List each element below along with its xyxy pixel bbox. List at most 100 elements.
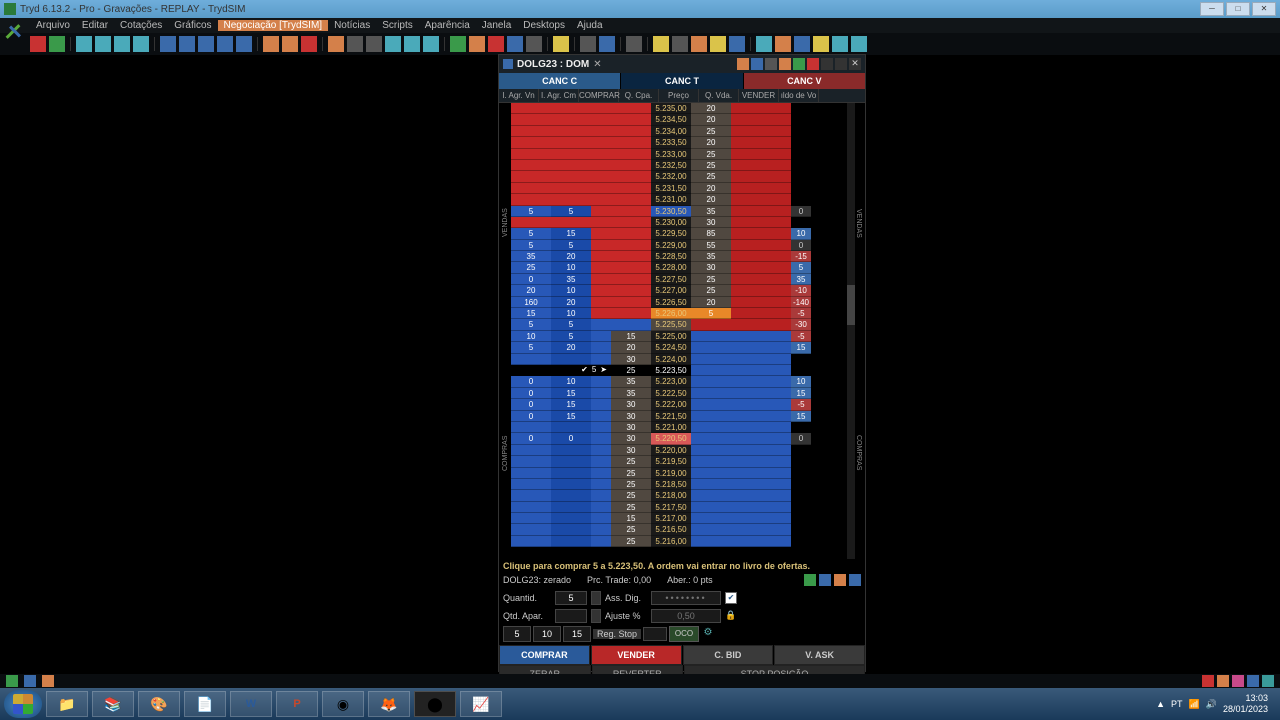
powerpoint-taskbar-icon[interactable]: P xyxy=(276,691,318,717)
reg-stop-input[interactable] xyxy=(643,627,667,641)
close-button[interactable]: ✕ xyxy=(1252,2,1276,16)
price-row[interactable]: 010355.223,0010 xyxy=(511,376,847,387)
toolbar-btn[interactable] xyxy=(95,36,111,52)
apparent-qty-input[interactable] xyxy=(555,609,587,623)
dom-toolbar-btn[interactable] xyxy=(765,58,777,70)
close-icon[interactable]: ✕ xyxy=(849,58,861,70)
column-header[interactable]: I. Agr. Vn xyxy=(499,89,539,102)
toolbar-btn[interactable] xyxy=(469,36,485,52)
price-row[interactable]: 255.219,50 xyxy=(511,456,847,467)
signature-input[interactable] xyxy=(651,591,721,605)
toolbar-btn[interactable] xyxy=(366,36,382,52)
price-row[interactable]: 015305.222,00-5 xyxy=(511,399,847,410)
price-row[interactable]: 305.224,00 xyxy=(511,354,847,365)
spinner[interactable] xyxy=(591,609,601,623)
menu-item[interactable]: Notícias xyxy=(328,20,376,31)
network-icon[interactable]: 📶 xyxy=(1189,699,1200,710)
menu-item[interactable]: Aparência xyxy=(419,20,476,31)
price-row[interactable]: 015305.221,5015 xyxy=(511,411,847,422)
price-row[interactable]: 105155.225,00-5 xyxy=(511,331,847,342)
explorer-taskbar-icon[interactable]: 📁 xyxy=(46,691,88,717)
qty-preset-10[interactable]: 10 xyxy=(533,626,561,642)
toolbar-btn[interactable] xyxy=(385,36,401,52)
cancel-sell-button[interactable]: CANC V xyxy=(744,73,865,89)
price-row[interactable]: 20105.227,0025-10 xyxy=(511,285,847,296)
toolbar-btn[interactable] xyxy=(160,36,176,52)
toolbar-btn[interactable] xyxy=(756,36,772,52)
pause-icon[interactable] xyxy=(819,574,831,586)
price-row[interactable]: ✔5➤255.223,50 xyxy=(511,365,847,376)
column-header[interactable]: Q. Vda. xyxy=(699,89,739,102)
maximize-button[interactable]: □ xyxy=(1226,2,1250,16)
clock[interactable]: 13:03 28/01/2023 xyxy=(1223,693,1268,715)
price-row[interactable]: 015355.222,5015 xyxy=(511,388,847,399)
toolbar-btn[interactable] xyxy=(553,36,569,52)
toolbar-btn[interactable] xyxy=(526,36,542,52)
price-row[interactable]: 5.234,5020 xyxy=(511,114,847,125)
dom-body[interactable]: VENDAS COMPRAS VENDAS COMPRAS 5.235,0020… xyxy=(499,103,865,559)
language-indicator[interactable]: PT xyxy=(1171,699,1183,709)
price-row[interactable]: 5.230,0030 xyxy=(511,217,847,228)
menu-item[interactable]: Arquivo xyxy=(30,20,76,31)
gear-icon[interactable]: ⚙ xyxy=(701,627,715,641)
price-row[interactable]: 160205.226,5020-140 xyxy=(511,297,847,308)
tray-icon[interactable] xyxy=(1232,675,1244,687)
quantity-input[interactable] xyxy=(555,591,587,605)
buy-button[interactable]: COMPRAR xyxy=(499,645,590,665)
cancel-buy-button[interactable]: CANC C xyxy=(499,73,620,89)
toolbar-btn[interactable] xyxy=(813,36,829,52)
status-icon[interactable] xyxy=(42,675,54,687)
toolbar-btn[interactable] xyxy=(691,36,707,52)
menu-item[interactable]: Gráficos xyxy=(168,20,217,31)
price-row[interactable]: 5.232,0025 xyxy=(511,171,847,182)
minimize-icon[interactable] xyxy=(821,58,833,70)
price-row[interactable]: 520205.224,5015 xyxy=(511,342,847,353)
price-row[interactable]: 5.231,0020 xyxy=(511,194,847,205)
stop-icon[interactable] xyxy=(807,58,819,70)
toolbar-btn[interactable] xyxy=(832,36,848,52)
library-taskbar-icon[interactable]: 📚 xyxy=(92,691,134,717)
price-row[interactable]: 5.232,5025 xyxy=(511,160,847,171)
column-header[interactable]: I. Agr. Cm xyxy=(539,89,579,102)
price-row[interactable]: 555.230,50350 xyxy=(511,206,847,217)
menu-item[interactable]: Cotações xyxy=(114,20,168,31)
menu-item[interactable]: Desktops xyxy=(517,20,571,31)
toolbar-btn[interactable] xyxy=(179,36,195,52)
price-row[interactable]: 0355.227,502535 xyxy=(511,274,847,285)
qty-preset-5[interactable]: 5 xyxy=(503,626,531,642)
toolbar-btn[interactable] xyxy=(488,36,504,52)
notepad-taskbar-icon[interactable]: 📄 xyxy=(184,691,226,717)
toolbar-btn[interactable] xyxy=(76,36,92,52)
dom-toolbar-btn[interactable] xyxy=(737,58,749,70)
menu-item[interactable]: Negociação [TrydSIM] xyxy=(218,20,329,31)
toolbar-btn[interactable] xyxy=(236,36,252,52)
paint-taskbar-icon[interactable]: 🎨 xyxy=(138,691,180,717)
toolbar-btn[interactable] xyxy=(794,36,810,52)
volume-icon[interactable]: 🔊 xyxy=(1206,699,1217,710)
dom-toolbar-btn[interactable] xyxy=(751,58,763,70)
price-row[interactable]: 25105.228,00305 xyxy=(511,262,847,273)
status-icon[interactable] xyxy=(24,675,36,687)
maximize-icon[interactable] xyxy=(835,58,847,70)
signature-checkbox[interactable]: ✔ xyxy=(725,592,737,604)
record-icon[interactable] xyxy=(30,36,46,52)
price-row[interactable]: 5.235,0020 xyxy=(511,103,847,114)
toolbar-btn[interactable] xyxy=(450,36,466,52)
sell-button[interactable]: VENDER xyxy=(591,645,682,665)
status-indicator[interactable] xyxy=(834,574,846,586)
chrome-taskbar-icon[interactable]: ◉ xyxy=(322,691,364,717)
tray-icon[interactable] xyxy=(1202,675,1214,687)
price-row[interactable]: 155.217,00 xyxy=(511,513,847,524)
firefox-taskbar-icon[interactable]: 🦊 xyxy=(368,691,410,717)
toolbar-btn[interactable] xyxy=(672,36,688,52)
price-row[interactable]: 5.233,0025 xyxy=(511,149,847,160)
price-row[interactable]: 00305.220,500 xyxy=(511,433,847,444)
toolbar-btn[interactable] xyxy=(347,36,363,52)
status-indicator[interactable] xyxy=(849,574,861,586)
toolbar-btn[interactable] xyxy=(599,36,615,52)
price-row[interactable]: 255.218,00 xyxy=(511,490,847,501)
tray-icon[interactable] xyxy=(1262,675,1274,687)
price-row[interactable]: 5.233,5020 xyxy=(511,137,847,148)
menu-item[interactable]: Ajuda xyxy=(571,20,609,31)
toolbar-btn[interactable] xyxy=(404,36,420,52)
